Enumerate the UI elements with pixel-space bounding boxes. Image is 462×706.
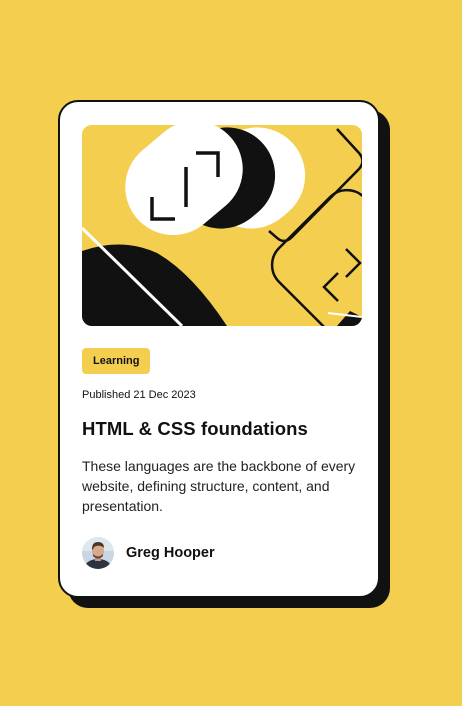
published-date: Published 21 Dec 2023 — [82, 389, 196, 401]
avatar — [82, 537, 114, 569]
blog-preview-card: Learning Published 21 Dec 2023 HTML & CS… — [58, 100, 380, 598]
author: Greg Hooper — [82, 537, 215, 569]
category-tag: Learning — [82, 348, 151, 374]
card-title[interactable]: HTML & CSS foundations — [82, 418, 308, 440]
hero-illustration — [82, 125, 362, 326]
author-name[interactable]: Greg Hooper — [126, 545, 215, 561]
card-description: These languages are the backbone of ever… — [82, 458, 356, 514]
